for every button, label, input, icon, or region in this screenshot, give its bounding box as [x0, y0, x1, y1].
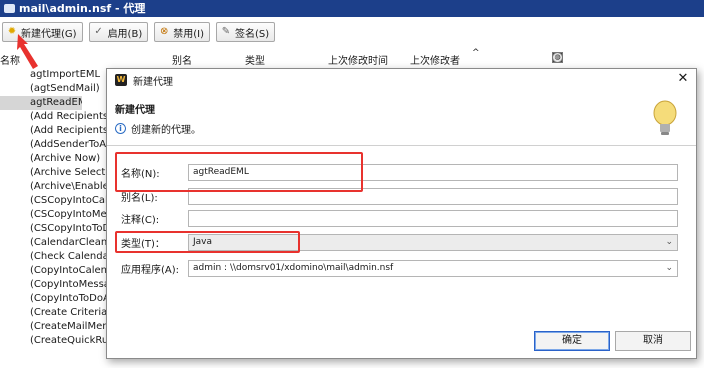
app-label: 应用程序(A):	[121, 264, 180, 276]
app-row: 应用程序(A): admin : \\domsrv01/xdomino\mail…	[121, 259, 681, 277]
chevron-down-icon: ⌄	[665, 262, 673, 273]
dialog-header: 新建代理 i 创建新的代理。	[107, 91, 696, 146]
sign-label: 签名(S)	[235, 28, 270, 40]
highlight-type-box	[115, 231, 300, 253]
list-item[interactable]: (CSCopyIntoToDo	[28, 222, 108, 236]
lightbulb-icon	[653, 100, 677, 135]
sort-asc-icon[interactable]: ^	[472, 48, 480, 58]
dialog-info-text: 创建新的代理。	[131, 125, 201, 136]
comment-label: 注释(C):	[121, 214, 160, 226]
app-select[interactable]: admin : \\domsrv01/xdomino\mail\admin.ns…	[188, 259, 678, 277]
list-item[interactable]: (CSCopyIntoCaler	[28, 194, 108, 208]
list-item[interactable]: (agtSendMail)	[28, 82, 108, 96]
col-last-modifier[interactable]: 上次修改者	[410, 52, 460, 67]
list-item[interactable]: (CreateQuickRule	[28, 334, 108, 348]
list-item[interactable]: (CSCopyIntoMess	[28, 208, 108, 222]
list-item[interactable]: (Check Calendar)	[28, 250, 108, 264]
globe-icon[interactable]: ◍	[552, 52, 563, 63]
check-icon: ✓	[94, 26, 103, 37]
list-item[interactable]: (CopyIntoCalenda	[28, 264, 108, 278]
highlight-name-box	[115, 152, 363, 192]
list-item[interactable]: (CopyIntoMessage	[28, 278, 108, 292]
list-item[interactable]: (CopyIntoToDoAc	[28, 292, 108, 306]
comment-row: 注释(C):	[121, 209, 681, 227]
list-item[interactable]: (Add Recipients to	[28, 110, 108, 124]
enable-label: 启用(B)	[107, 28, 143, 40]
info-icon: i	[115, 123, 126, 134]
col-last-modified[interactable]: 上次修改时间	[328, 52, 388, 67]
list-item[interactable]: (Create Criteria)	[28, 306, 108, 320]
pen-icon: ✎	[221, 26, 231, 37]
app-icon	[4, 4, 15, 13]
list-item-selected[interactable]: agtReadEML1	[0, 96, 82, 110]
window-title-bar: mail\admin.nsf - 代理	[0, 0, 704, 17]
dialog-info: i 创建新的代理。	[115, 121, 201, 136]
designer-icon: W	[115, 74, 127, 86]
comment-field[interactable]	[188, 209, 678, 227]
list-item[interactable]: (Archive Selected	[28, 166, 108, 180]
disable-label: 禁用(I)	[173, 28, 204, 40]
disable-button[interactable]: ⊗ 禁用(I)	[154, 22, 210, 42]
list-item[interactable]: (AddSenderToAdd	[28, 138, 108, 152]
ok-button[interactable]: 确定	[534, 331, 610, 351]
agent-toolbar: ✹ 新建代理(G) ✓ 启用(B) ⊗ 禁用(I) ✎ 签名(S)	[0, 20, 704, 44]
dialog-heading: 新建代理	[115, 105, 155, 116]
agent-list: agtImportEML (agtSendMail) agtReadEML1 (…	[0, 68, 108, 348]
window-title: mail\admin.nsf - 代理	[19, 2, 146, 15]
list-item[interactable]: (Archive Now)	[28, 152, 108, 166]
disable-icon: ⊗	[160, 26, 169, 37]
enable-button[interactable]: ✓ 启用(B)	[88, 22, 149, 42]
app-value: admin : \\domsrv01/xdomino\mail\admin.ns…	[193, 262, 394, 273]
dialog-title: 新建代理	[133, 76, 173, 88]
sign-button[interactable]: ✎ 签名(S)	[216, 22, 276, 42]
col-alias[interactable]: 别名	[172, 52, 192, 67]
col-name[interactable]: 名称	[0, 52, 20, 67]
close-icon[interactable]: ✕	[676, 72, 690, 86]
dialog-title-bar: W 新建代理	[107, 69, 696, 91]
col-type[interactable]: 类型	[245, 52, 265, 67]
chevron-down-icon: ⌄	[665, 236, 673, 247]
cancel-button[interactable]: 取消	[615, 331, 691, 351]
list-item[interactable]: (CalendarCleanup	[28, 236, 108, 250]
list-item[interactable]: (Archive\Enable Le	[28, 180, 108, 194]
new-agent-dialog: W 新建代理 ✕ 新建代理 i 创建新的代理。 名称(N): agtReadEM…	[106, 68, 697, 359]
list-item[interactable]: (Add Recipients to	[28, 124, 108, 138]
list-item[interactable]: (CreateMailMemo	[28, 320, 108, 334]
list-item[interactable]: agtImportEML	[28, 68, 108, 82]
column-header: 名称 别名 类型 上次修改时间 上次修改者 ^ ⚷ ▤ ⇅ ⊟ L ◍	[0, 48, 704, 67]
